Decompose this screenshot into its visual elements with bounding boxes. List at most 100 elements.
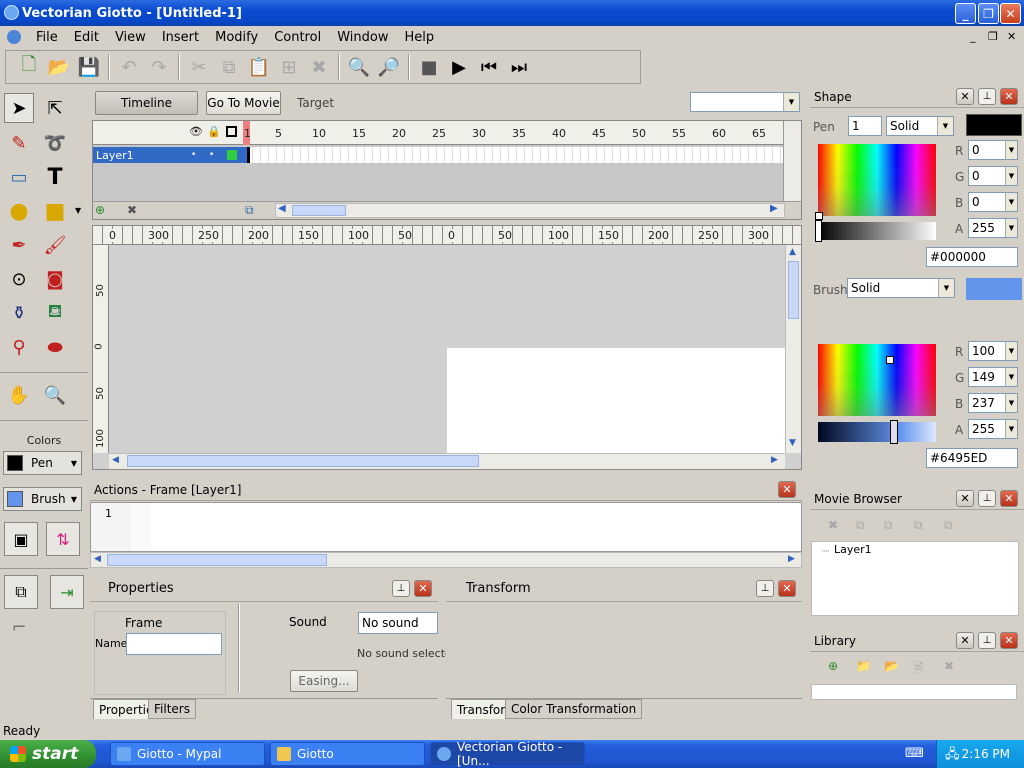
add-layer-icon[interactable]: ⊕ [95,203,105,217]
scroll-left-icon[interactable]: ◀ [112,455,119,465]
cut-icon[interactable]: ✂ [184,53,214,81]
pencil-tool-icon[interactable]: ✎ [4,128,34,158]
menu-window[interactable]: Window [329,30,396,45]
pen-a-input[interactable]: 255 ▼ [968,218,1018,238]
brush-b-input[interactable]: 237 ▼ [968,393,1018,413]
close-icon[interactable]: ✕ [778,580,796,597]
timeline-button[interactable]: Timeline [95,91,198,115]
open-folder-icon[interactable]: 📂 [884,659,899,673]
outline-icon[interactable] [226,126,237,137]
task-giotto-folder[interactable]: Giotto [270,742,425,766]
save-icon[interactable]: 💾 [74,53,104,81]
delete-icon[interactable]: ✖ [304,53,334,81]
menu-view[interactable]: View [107,30,154,45]
menu-insert[interactable]: Insert [154,30,207,45]
pen-spectrum-picker[interactable] [815,212,823,220]
pen-r-input[interactable]: 0 ▼ [968,140,1018,160]
stop-icon[interactable]: ■ [414,53,444,81]
go-to-movie-button[interactable]: Go To Movie [206,91,281,115]
menu-edit[interactable]: Edit [66,30,107,45]
easing-button[interactable]: Easing... [290,670,358,692]
pen-tool-icon[interactable]: ✒ [4,230,34,260]
pen-alpha-handle[interactable] [815,220,822,242]
close-icon[interactable]: ✕ [1000,632,1018,649]
layer-row[interactable]: Layer1 • • [93,147,783,163]
go-to-start-icon[interactable]: ⏮ [474,53,504,81]
fill-transform-tool-icon[interactable]: ◙ [40,264,70,294]
copy-icon[interactable]: ⧉ [856,518,865,533]
scroll-thumb[interactable] [127,455,479,467]
tree-item-layer1[interactable]: Layer1 [834,543,872,556]
tab-color-transformation[interactable]: Color Transformation [505,699,643,719]
brush-color-button[interactable]: Brush ▼ [3,487,82,511]
stage-canvas[interactable] [447,348,785,453]
close-panel-icon[interactable]: ✕ [956,88,974,105]
tab-filters[interactable]: Filters [148,699,196,719]
pin-icon[interactable]: ⊥ [978,490,996,507]
pin-icon[interactable]: ⊥ [392,580,410,597]
minimize-button[interactable]: _ [955,3,976,24]
stage-hscrollbar[interactable]: ◀ ▶ [109,453,785,469]
brush-style-select[interactable]: Solid ▼ [847,278,955,298]
eye-icon[interactable]: 👁 [189,125,203,138]
zoom-tool-icon[interactable]: 🔍 [40,380,70,410]
close-panel-icon[interactable]: ✕ [956,490,974,507]
move-down-icon[interactable]: ⧉ [944,518,953,533]
snap-option-icon[interactable]: ⧉ [4,575,38,609]
pen-style-select[interactable]: Solid ▼ [886,116,954,136]
default-colors-icon[interactable]: ▣ [4,522,38,556]
hand-tool-icon[interactable]: ✋ [4,380,34,410]
library-list[interactable] [811,684,1017,700]
delete-layer-icon[interactable]: ✖ [127,203,137,217]
new-folder-icon[interactable]: 📁 [856,659,871,673]
zoom-in-icon[interactable]: 🔍 [344,53,374,81]
paste-special-icon[interactable]: ⊞ [274,53,304,81]
task-vectorian-giotto[interactable]: Vectorian Giotto - [Un... [430,740,585,768]
close-icon[interactable]: ✕ [1000,88,1018,105]
menu-help[interactable]: Help [396,30,442,45]
scroll-thumb[interactable] [292,205,346,216]
close-icon[interactable]: ✕ [1000,490,1018,507]
new-symbol-icon[interactable]: ⊕ [828,659,838,673]
properties-icon[interactable]: 🗎 [914,659,924,680]
scroll-thumb[interactable] [788,261,799,319]
zoom-out-icon[interactable]: 🔎 [374,53,404,81]
pen-alpha-slider[interactable] [818,222,936,240]
paint-bucket-icon[interactable]: ⛾ [40,298,70,328]
rectangle-tool-icon[interactable]: ■ [40,196,70,226]
undo-icon[interactable]: ↶ [114,53,144,81]
scroll-thumb[interactable] [107,554,327,566]
brush-a-input[interactable]: 255 ▼ [968,419,1018,439]
maximize-button[interactable]: ❐ [978,3,999,24]
close-button[interactable]: ✕ [1000,3,1021,24]
brush-alpha-handle[interactable] [890,420,898,444]
actions-editor[interactable]: 1 [90,502,802,552]
timeline-hscrollbar[interactable]: ◀ ▶ [275,203,785,218]
brush-hex-input[interactable]: #6495ED [926,448,1018,468]
pen-g-input[interactable]: 0 ▼ [968,166,1018,186]
start-button[interactable]: start [0,740,96,768]
close-icon[interactable]: ✕ [414,580,432,597]
frame-name-input[interactable] [126,633,222,655]
menu-file[interactable]: File [28,30,66,45]
transform-tool-icon[interactable]: ⊙ [4,264,34,294]
scroll-down-icon[interactable]: ▼ [789,438,796,448]
image-tool-icon[interactable]: ▭ [4,162,34,192]
text-tool-icon[interactable]: T [40,162,70,192]
scroll-right-icon[interactable]: ▶ [770,203,778,214]
mdi-minimize-icon[interactable]: _ [970,30,976,43]
task-giotto-mypal[interactable]: Giotto - Mypal [110,742,265,766]
pen-hex-input[interactable]: #000000 [926,247,1018,267]
oval-tool-icon[interactable]: ● [4,196,34,226]
swap-colors-icon[interactable]: ⇅ [46,522,80,556]
brush-r-input[interactable]: 100 ▼ [968,341,1018,361]
eraser-icon[interactable]: ⬬ [40,332,70,362]
ink-bottle-icon[interactable]: ⚱ [4,298,34,328]
go-to-end-icon[interactable]: ⏭ [504,53,534,81]
scroll-right-icon[interactable]: ▶ [771,455,778,465]
keyboard-icon[interactable]: ⌨ [905,746,924,761]
scroll-up-icon[interactable]: ▲ [789,247,796,257]
mdi-close-icon[interactable]: ✕ [1007,30,1016,43]
open-folder-icon[interactable]: 📂 [44,53,74,81]
arrow-tool-icon[interactable]: ➤ [4,93,34,123]
